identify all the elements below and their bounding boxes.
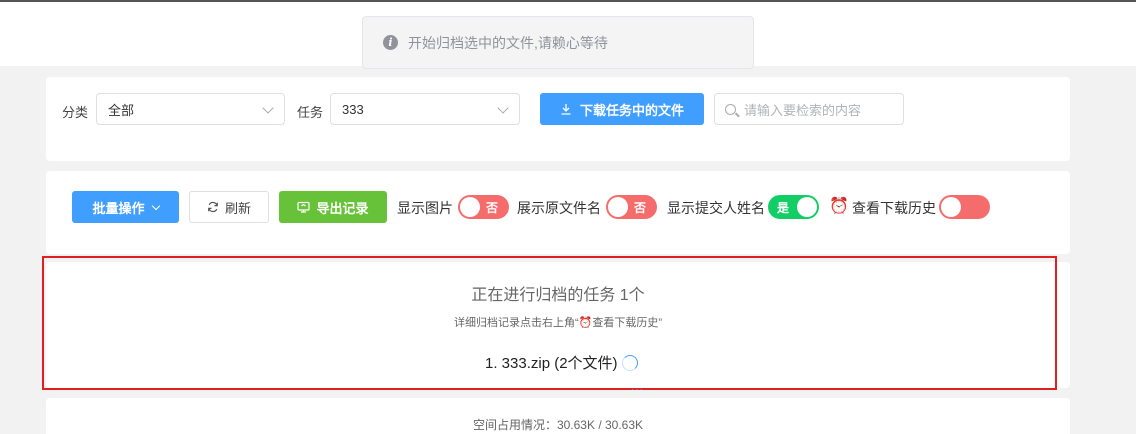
chevron-down-icon: [262, 102, 274, 114]
task-label: 任务: [297, 105, 324, 120]
export-button-label: 导出记录: [316, 200, 369, 216]
category-label: 分类: [62, 105, 89, 120]
download-history-label: 查看下载历史: [852, 200, 936, 216]
highlight-box: [42, 256, 1057, 390]
category-select[interactable]: 全部: [96, 93, 285, 125]
search-icon: [725, 103, 736, 115]
download-icon: [561, 104, 571, 115]
show-image-label: 显示图片: [397, 200, 453, 216]
task-select[interactable]: 333: [330, 93, 520, 125]
show-original-name-state: 否: [634, 200, 647, 215]
refresh-button[interactable]: 刷新: [189, 191, 269, 223]
show-original-name-switch[interactable]: 否: [606, 195, 657, 219]
show-original-name-label: 展示原文件名: [517, 200, 601, 216]
export-icon: [297, 201, 311, 213]
alarm-clock-icon: ⏰: [829, 198, 849, 215]
resize-handle[interactable]: ···: [631, 384, 644, 395]
refresh-icon: [208, 201, 218, 213]
search-input[interactable]: 请输入要检索的内容: [714, 93, 904, 125]
show-submitter-switch[interactable]: 是: [768, 195, 819, 219]
download-button-label: 下载任务中的文件: [579, 102, 684, 118]
show-image-switch[interactable]: 否: [458, 195, 509, 219]
chevron-down-icon: [497, 102, 509, 114]
show-submitter-state: 是: [777, 200, 790, 215]
switch-knob: [797, 197, 817, 217]
info-toast: i 开始归档选中的文件,请赖心等待: [362, 16, 754, 69]
info-icon: i: [383, 35, 398, 50]
show-submitter-label: 显示提交人姓名: [667, 200, 765, 216]
download-task-files-button[interactable]: 下载任务中的文件: [540, 93, 704, 125]
switch-knob: [941, 197, 961, 217]
category-value: 全部: [108, 102, 135, 118]
download-history-switch[interactable]: [939, 195, 990, 219]
batch-operations-button[interactable]: 批量操作: [72, 191, 179, 223]
switch-knob: [460, 197, 480, 217]
storage-usage: 空间占用情况：30.63K / 30.63K: [472, 418, 644, 432]
task-value: 333: [342, 101, 364, 117]
switch-knob: [608, 197, 628, 217]
search-placeholder: 请输入要检索的内容: [744, 102, 862, 118]
toast-message: 开始归档选中的文件,请赖心等待: [408, 34, 608, 51]
export-records-button[interactable]: 导出记录: [279, 191, 387, 223]
show-image-state: 否: [486, 200, 499, 215]
refresh-button-label: 刷新: [224, 200, 251, 216]
batch-button-label: 批量操作: [92, 200, 145, 216]
chevron-down-icon: [151, 201, 160, 210]
